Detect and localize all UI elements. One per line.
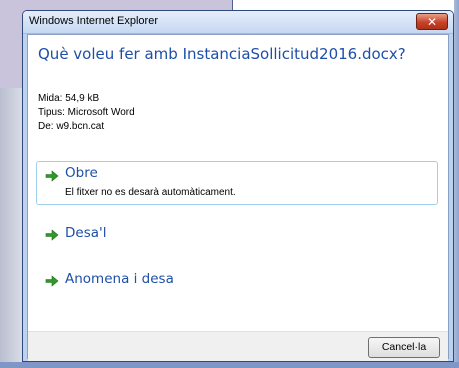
download-dialog: Windows Internet Explorer ✕ Què voleu fe… — [22, 10, 454, 362]
option-save-as[interactable]: Anomena i desa — [36, 266, 438, 296]
file-size: Mida: 54,9 kB — [38, 93, 100, 104]
background-bottom-edge — [0, 362, 459, 368]
option-open[interactable]: Obre El fitxer no es desarà automàticame… — [36, 161, 438, 205]
close-button[interactable]: ✕ — [416, 13, 448, 30]
dialog-content: Què voleu fer amb InstanciaSollicitud201… — [27, 34, 449, 361]
option-save[interactable]: Desa'l — [36, 220, 438, 250]
titlebar[interactable]: Windows Internet Explorer ✕ — [23, 11, 453, 34]
green-arrow-icon — [45, 229, 59, 241]
option-open-description: El fitxer no es desarà automàticament. — [65, 187, 236, 198]
background-shadow-left — [0, 88, 22, 368]
file-type: Tipus: Microsoft Word — [38, 107, 135, 118]
option-open-label: Obre — [65, 165, 98, 181]
green-arrow-icon — [45, 275, 59, 287]
window-title: Windows Internet Explorer — [29, 15, 158, 27]
option-save-label: Desa'l — [65, 225, 107, 241]
dialog-footer: Cancel·la — [28, 331, 448, 361]
background-shadow-right — [454, 0, 459, 368]
cancel-button[interactable]: Cancel·la — [368, 337, 440, 358]
option-save-as-label: Anomena i desa — [65, 271, 174, 287]
dialog-question: Què voleu fer amb InstanciaSollicitud201… — [38, 45, 406, 63]
file-info: Mida: 54,9 kB Tipus: Microsoft Word De: … — [38, 92, 135, 134]
close-icon: ✕ — [426, 15, 438, 29]
green-arrow-icon — [45, 170, 59, 182]
file-source: De: w9.bcn.cat — [38, 121, 105, 132]
